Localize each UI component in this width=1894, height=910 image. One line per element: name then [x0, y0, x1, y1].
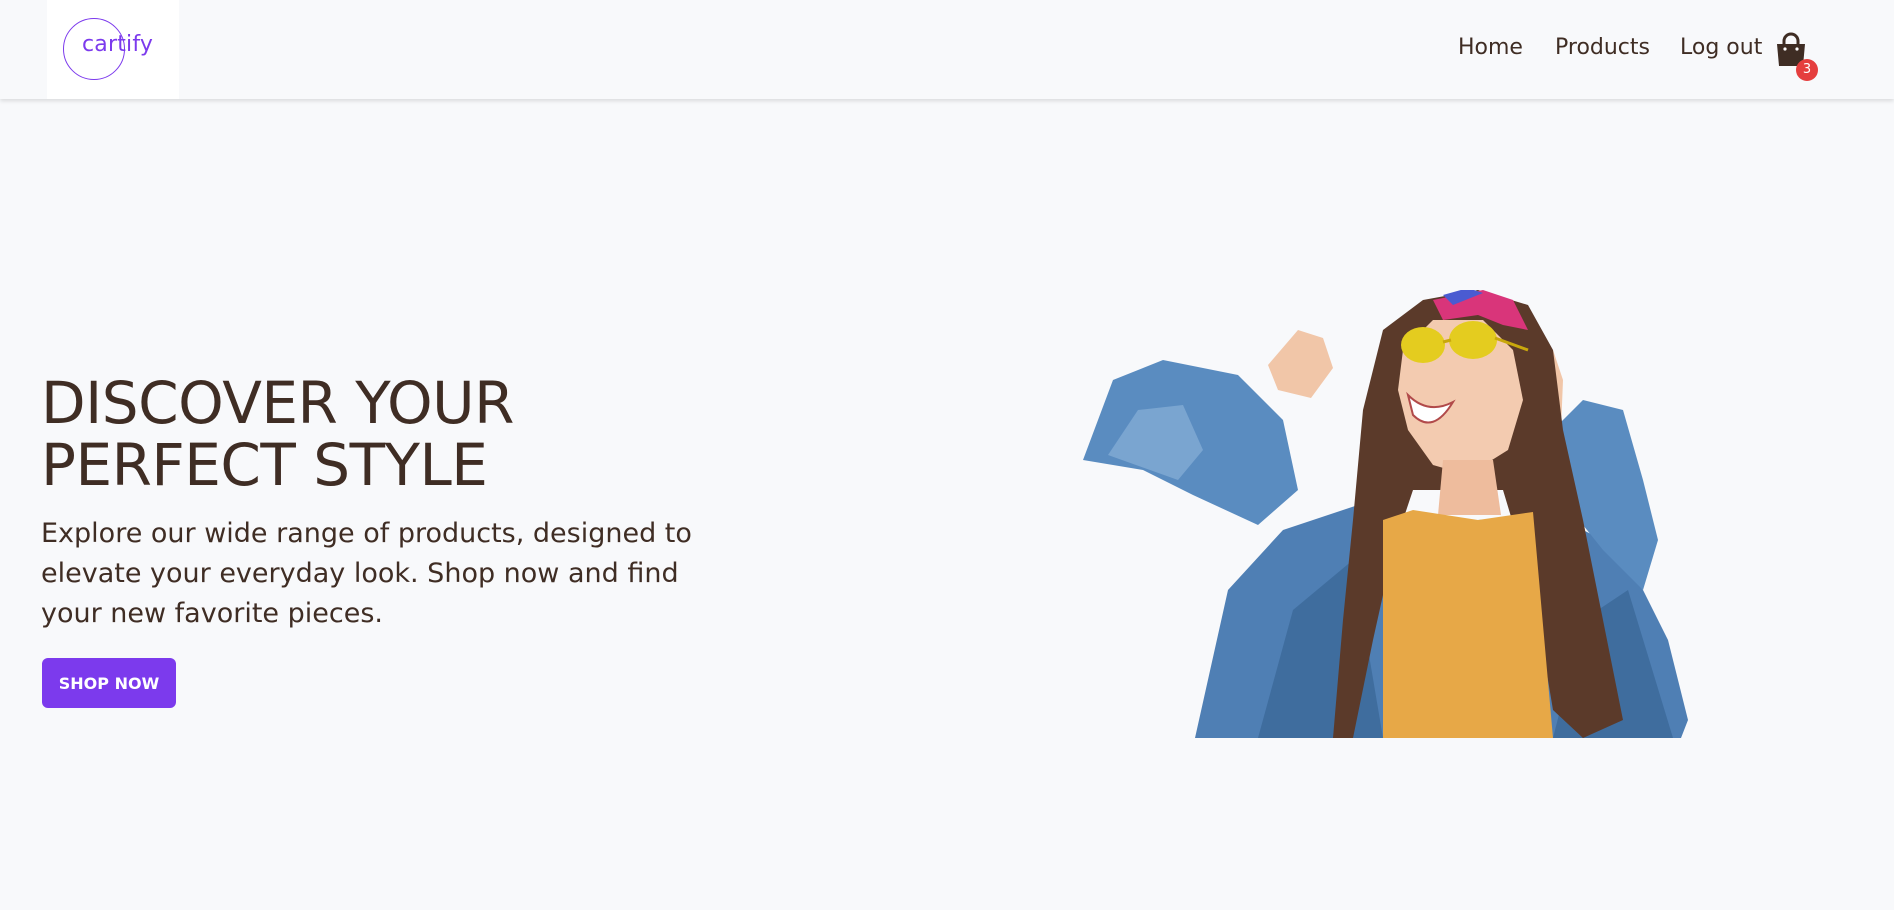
logo-link[interactable]: cartify — [47, 0, 179, 99]
cart-count-badge: 3 — [1796, 59, 1818, 81]
hero-subtitle: Explore our wide range of products, desi… — [41, 518, 692, 629]
logo-text: cartify — [82, 32, 154, 57]
navbar: cartify Home Products Log out 3 — [0, 0, 1894, 99]
cart-button[interactable]: 3 — [1774, 32, 1818, 81]
hero-title-line2: PERFECT STYLE — [41, 431, 488, 499]
hero-title: DISCOVER YOUR PERFECT STYLE — [41, 372, 681, 496]
shop-now-button[interactable]: SHOP NOW — [42, 658, 176, 708]
nav-logout-link[interactable]: Log out — [1680, 35, 1762, 60]
hero-title-line1: DISCOVER YOUR — [41, 369, 514, 437]
nav-products-link[interactable]: Products — [1555, 35, 1650, 60]
nav-home-link[interactable]: Home — [1458, 35, 1523, 60]
hero-image — [1083, 290, 1688, 738]
